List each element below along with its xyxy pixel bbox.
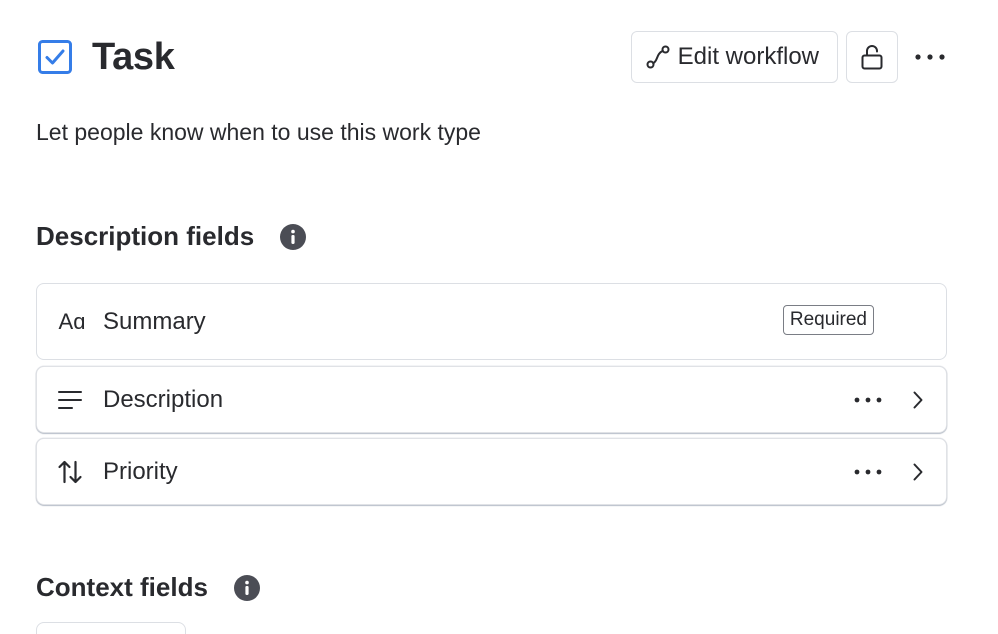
page-title: Task	[92, 35, 175, 78]
sort-arrows-icon	[55, 459, 85, 485]
edit-workflow-label: Edit workflow	[677, 43, 819, 70]
work-type-page: Task Edit workflow Let people know when …	[0, 0, 998, 634]
field-row-description[interactable]: Description	[36, 366, 947, 433]
unlock-icon	[859, 43, 885, 71]
field-label: Summary	[103, 307, 206, 335]
chevron-right-icon[interactable]	[912, 390, 924, 410]
field-row-summary: Aɑ Summary Required	[36, 283, 947, 360]
work-type-description: Let people know when to use this work ty…	[36, 119, 481, 145]
edit-workflow-button[interactable]: Edit workflow	[630, 31, 838, 83]
field-label: Priority	[103, 457, 178, 485]
more-horizontal-icon[interactable]	[854, 469, 882, 475]
row-actions	[854, 367, 924, 432]
workflow-icon	[644, 43, 672, 71]
field-row-priority[interactable]: Priority	[36, 438, 947, 505]
context-fields-heading: Context fields	[36, 572, 260, 603]
text-aa-icon: Aɑ	[58, 308, 86, 334]
checkbox-icon	[36, 38, 74, 76]
field-label: Description	[103, 385, 224, 413]
description-fields-heading: Description fields	[36, 221, 307, 252]
context-fields-title: Context fields	[36, 572, 208, 602]
info-icon[interactable]	[233, 574, 260, 601]
more-horizontal-icon[interactable]	[854, 397, 882, 403]
row-actions	[854, 439, 924, 504]
info-icon[interactable]	[280, 223, 307, 250]
lock-button[interactable]	[846, 31, 898, 83]
description-fields-title: Description fields	[36, 221, 255, 251]
header-actions: Edit workflow	[630, 31, 946, 83]
lines-icon	[55, 389, 85, 411]
required-badge: Required	[782, 305, 874, 335]
more-horizontal-icon[interactable]	[914, 41, 946, 73]
chevron-right-icon[interactable]	[912, 462, 924, 482]
page-header: Task Edit workflow	[36, 30, 962, 84]
context-field-card[interactable]	[36, 622, 186, 634]
